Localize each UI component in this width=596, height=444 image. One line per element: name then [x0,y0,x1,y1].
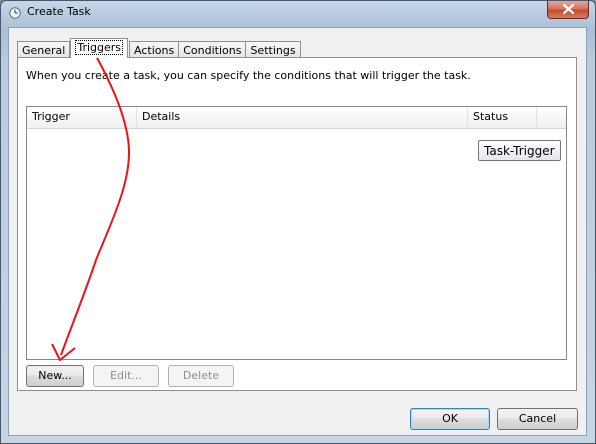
tab-label: Settings [250,44,296,57]
cancel-button[interactable]: Cancel [497,408,578,430]
dialog-body: General Triggers Actions Conditions Sett… [8,27,587,436]
delete-button-label: Delete [182,369,220,382]
create-task-window: Create Task General Triggers Actions Con… [0,0,596,444]
tab-conditions[interactable]: Conditions [178,41,247,58]
tooltip: Task-Trigger [478,140,561,161]
column-header-details[interactable]: Details [137,107,468,128]
ok-button[interactable]: OK [410,408,490,430]
list-header: Trigger Details Status [27,107,566,129]
clock-icon [9,7,21,19]
tab-label: Actions [134,44,175,57]
ok-button-label: OK [442,412,458,425]
tab-label: General [22,44,66,57]
tab-general[interactable]: General [17,41,71,58]
column-header-status[interactable]: Status [468,107,537,128]
column-header-trigger[interactable]: Trigger [27,107,137,128]
window-title: Create Task [27,5,91,18]
title-bar[interactable]: Create Task [1,1,595,25]
delete-button[interactable]: Delete [168,365,234,387]
tab-label: Triggers [75,40,124,55]
tab-actions[interactable]: Actions [129,41,180,58]
tab-label: Conditions [183,44,242,57]
tab-triggers[interactable]: Triggers [70,38,129,58]
edit-button-label: Edit... [110,369,142,382]
tab-strip: General Triggers Actions Conditions Sett… [17,38,301,58]
triggers-panel: When you create a task, you can specify … [17,57,577,391]
close-button[interactable] [547,1,589,19]
triggers-list[interactable]: Trigger Details Status Task-Trigger [26,106,567,360]
tab-settings[interactable]: Settings [245,41,301,58]
edit-button[interactable]: Edit... [93,365,159,387]
close-icon [563,4,574,14]
panel-description: When you create a task, you can specify … [26,69,471,82]
new-button-label: New... [38,369,72,382]
new-button[interactable]: New... [26,365,84,387]
cancel-button-label: Cancel [518,412,557,425]
